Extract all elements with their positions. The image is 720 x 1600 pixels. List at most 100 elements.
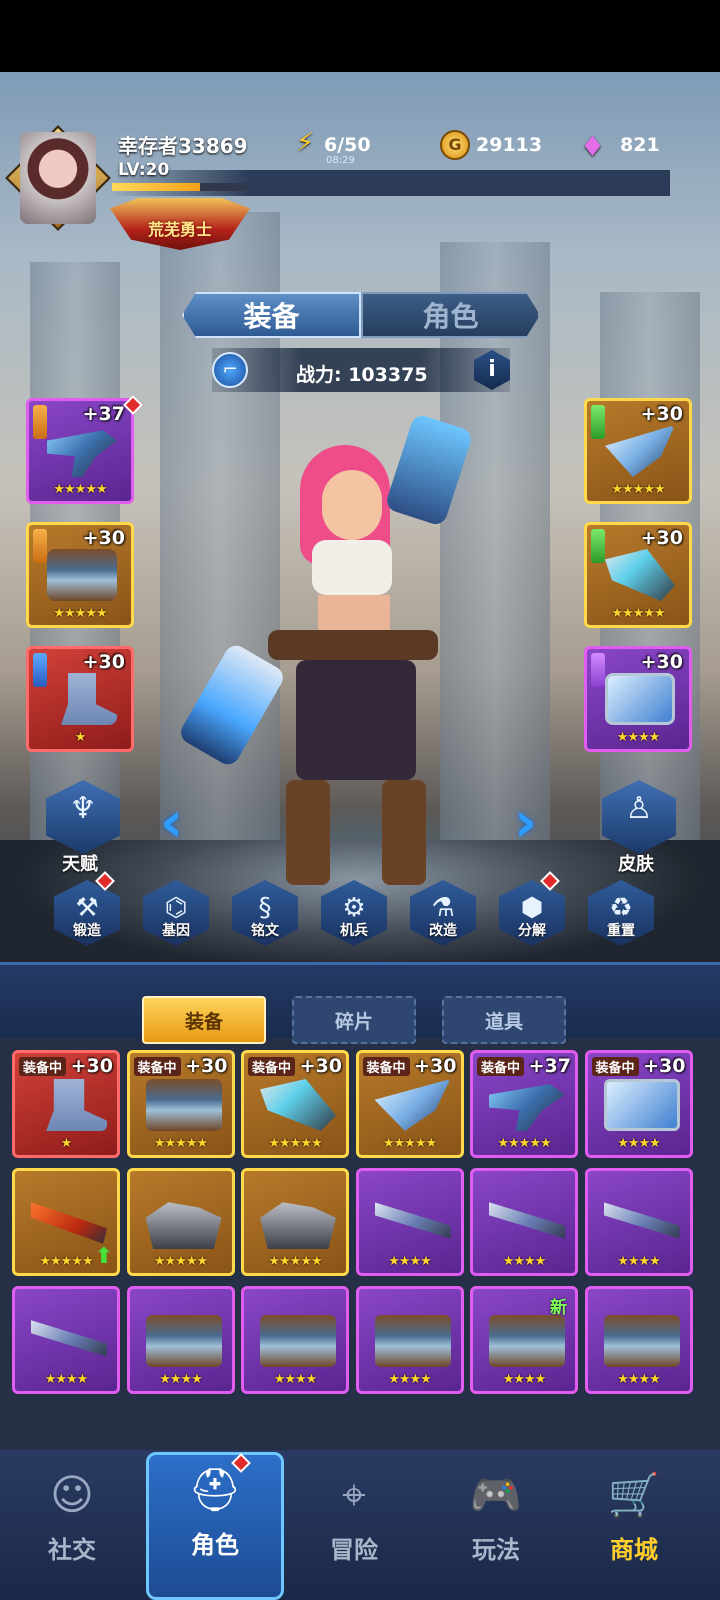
item-stars: ★★★★ — [388, 1254, 432, 1269]
slot-weapon[interactable]: +37 ★★★★★ — [26, 398, 134, 504]
player-level: LV:20 — [118, 160, 170, 180]
gem-tag-icon — [33, 529, 47, 563]
hero-face — [322, 470, 382, 540]
inventory-item[interactable]: ★★★★★ — [241, 1168, 349, 1276]
nav-play[interactable]: 🎮 玩法 — [436, 1460, 556, 1580]
armor-icon — [145, 1315, 222, 1367]
nav-adventure-label: 冒险 — [330, 1536, 378, 1564]
equipped-tag: 装备中 — [19, 1057, 67, 1076]
combat-power: 战力: 103375 — [296, 364, 428, 386]
inventory-item[interactable]: ★★★★ — [355, 1168, 464, 1276]
tab-equipment[interactable]: 装备 — [182, 292, 361, 338]
inventory-item[interactable]: 装备中 +30 ★★★★★ — [355, 1050, 464, 1158]
equipped-tag: 装备中 — [477, 1057, 525, 1076]
equipped-tag: 装备中 — [248, 1057, 296, 1076]
slot-stars: ★★★★★ — [53, 606, 107, 621]
item-stars: ★★★★ — [273, 1372, 318, 1387]
inventory-item[interactable]: 装备中 +30 ★ — [12, 1050, 120, 1158]
slot-wing[interactable]: +30 ★★★★★ — [584, 398, 692, 504]
inventory-tab-equipment[interactable]: 装备 — [142, 996, 266, 1044]
item-level: +30 — [299, 1055, 342, 1077]
skin-label: 皮肤 — [618, 854, 654, 875]
energy-timer: 08:29 — [326, 155, 355, 166]
gold-coin-icon[interactable]: G — [440, 130, 470, 160]
nav-adventure[interactable]: ⌖ 冒险 — [294, 1460, 414, 1580]
beast-icon — [260, 1202, 336, 1249]
helmet-icon: ⛑ — [188, 1465, 242, 1514]
gene-label: 基因 — [162, 923, 190, 939]
card-icon — [603, 1079, 680, 1131]
chevron-right-icon[interactable]: › — [514, 790, 537, 855]
inventory-item[interactable]: 装备中 +37 ★★★★★ — [470, 1050, 578, 1158]
boot-icon — [61, 673, 117, 725]
item-stars: ★★★★★ — [382, 1136, 437, 1151]
shopping-cart-icon: 🛒 — [607, 1470, 661, 1519]
beast-icon — [145, 1202, 222, 1249]
gun-icon — [489, 1084, 565, 1131]
inventory-item[interactable]: 装备中 +30 ★★★★★ — [126, 1050, 235, 1158]
equipped-tag: 装备中 — [133, 1057, 181, 1076]
slot-level: +30 — [82, 527, 125, 549]
inventory-item[interactable]: ★★★★ — [12, 1286, 120, 1394]
tab-character[interactable]: 角色 — [361, 292, 540, 338]
item-level: +30 — [643, 1055, 686, 1077]
slot-armor[interactable]: +30 ★★★★★ — [26, 522, 134, 628]
gem-tag-icon — [591, 405, 605, 439]
nav-social[interactable]: ☺ 社交 — [12, 1460, 132, 1580]
hero-boot-right — [382, 780, 426, 885]
inventory-tab-fragments[interactable]: 碎片 — [292, 996, 416, 1044]
item-level: +30 — [70, 1055, 113, 1077]
inventory-item[interactable]: ★★★★ 新 — [470, 1286, 578, 1394]
inventory-item[interactable]: ★★★★ — [584, 1168, 693, 1276]
reset-label: 重置 — [607, 923, 635, 939]
modify-label: 改造 — [429, 923, 457, 939]
inscription-label: 铭文 — [251, 923, 279, 939]
chevron-left-icon[interactable]: ‹ — [160, 790, 183, 855]
inventory-item[interactable]: ★★★★★ — [126, 1168, 235, 1276]
equipped-tag: 装备中 — [591, 1057, 639, 1076]
inventory-item[interactable]: 装备中 +30 ★★★★★ — [241, 1050, 349, 1158]
inventory-item[interactable]: ★★★★ — [241, 1286, 349, 1394]
slot-chip[interactable]: +30 ★★★★ — [584, 646, 692, 752]
inventory-item[interactable]: ★★★★ — [355, 1286, 464, 1394]
nav-shop[interactable]: 🛒 商城 — [574, 1460, 694, 1580]
pistol-icon[interactable]: ⌐ — [212, 352, 248, 388]
slot-level: +30 — [640, 651, 683, 673]
inventory-tab-items[interactable]: 道具 — [442, 996, 566, 1044]
shotgun-icon — [31, 1320, 107, 1357]
nav-play-label: 玩法 — [472, 1536, 520, 1564]
hero-belt — [268, 630, 438, 660]
slot-boots[interactable]: +30 ★ — [26, 646, 134, 752]
avatar[interactable] — [20, 132, 96, 224]
gamepad-icon: 🎮 — [469, 1470, 523, 1519]
gem-tag-icon — [591, 529, 605, 563]
item-stars: ★★★★★ — [153, 1136, 208, 1151]
hero-top — [312, 540, 392, 595]
item-stars: ★★★★★ — [268, 1254, 322, 1269]
player-name: 幸存者33869 — [118, 134, 248, 158]
energy-value[interactable]: 6/50 — [324, 134, 371, 156]
hero-boot-left — [286, 780, 330, 885]
rifle-icon — [31, 1202, 107, 1244]
armor-icon — [603, 1315, 680, 1367]
item-stars: ★★★★★ — [268, 1136, 322, 1151]
slot-level: +37 — [82, 403, 125, 425]
gem-tag-icon — [33, 653, 47, 687]
wing-icon — [374, 1079, 451, 1131]
nav-character[interactable]: ⛑ 角色 — [146, 1452, 284, 1600]
card-icon — [605, 673, 675, 725]
item-stars: ★★★★ — [502, 1254, 547, 1269]
inventory-item[interactable]: ★★★★ — [126, 1286, 235, 1394]
inventory-item[interactable]: ★★★★ — [584, 1286, 693, 1394]
inventory-item[interactable]: ★★★★ — [470, 1168, 578, 1276]
inventory-item[interactable]: 装备中 +30 ★★★★ — [584, 1050, 693, 1158]
inventory-item[interactable]: ★★★★★ ⬆ — [12, 1168, 120, 1276]
upgrade-arrow-icon: ⬆ — [94, 1244, 113, 1269]
armor-icon — [260, 1315, 336, 1367]
gem-icon[interactable]: ♦ — [580, 130, 605, 163]
item-stars: ★★★★ — [617, 1372, 661, 1387]
slot-cannon[interactable]: +30 ★★★★★ — [584, 522, 692, 628]
item-level: +37 — [528, 1055, 571, 1077]
gun-icon — [47, 430, 117, 477]
item-stars: ★★★★★ — [497, 1136, 551, 1151]
